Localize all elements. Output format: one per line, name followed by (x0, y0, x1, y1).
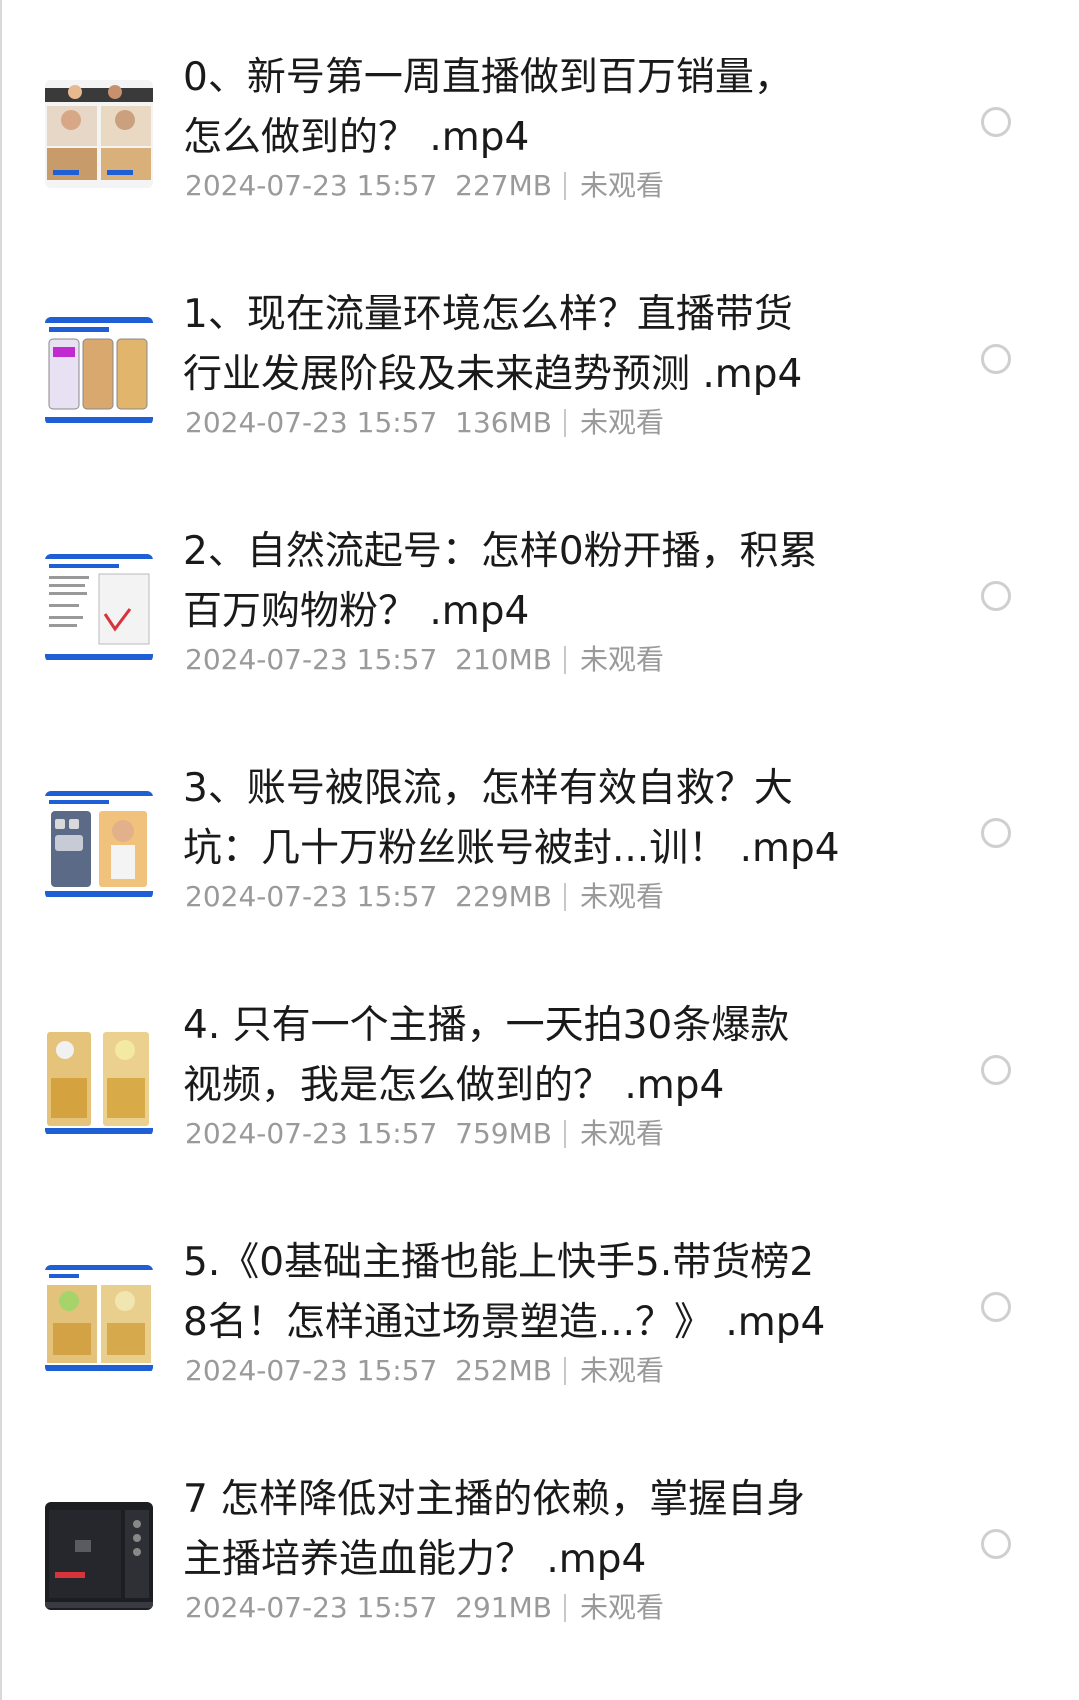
file-title-line: 坑：几十万粉丝账号被封...训！ .mp4 (183, 826, 840, 871)
video-thumbnail[interactable] (45, 554, 153, 662)
video-thumbnail[interactable] (45, 1265, 153, 1373)
file-size: 227MB (455, 169, 552, 202)
video-thumbnail-image (45, 1265, 153, 1373)
file-title-line: 行业发展阶段及未来趋势预测 .mp4 (183, 352, 803, 397)
file-title[interactable]: 7 怎样降低对主播的依赖，掌握自身 主播培养造血能力？ .mp4 (183, 1470, 883, 1590)
file-date: 2024-07-23 15:57 (185, 406, 438, 439)
watch-status: 未观看 (579, 169, 664, 202)
file-meta: 2024-07-23 15:57 252MB 未观看 (185, 1353, 664, 1389)
file-title-line: 2、自然流起号：怎样0粉开播，积累 (183, 529, 818, 574)
file-date: 2024-07-23 15:57 (185, 1117, 438, 1150)
meta-divider (563, 883, 566, 911)
file-row[interactable]: 5.《0基础主播也能上快手5.带货榜2 8名！怎样通过场景塑造...？》 .mp… (0, 1185, 1079, 1421)
video-thumbnail-image (45, 1028, 153, 1136)
meta-divider (563, 646, 566, 674)
file-title-line: 主播培养造血能力？ .mp4 (183, 1537, 647, 1582)
meta-divider (563, 409, 566, 437)
file-title[interactable]: 2、自然流起号：怎样0粉开播，积累 百万购物粉？ .mp4 (183, 522, 883, 642)
file-meta: 2024-07-23 15:57 136MB 未观看 (185, 405, 664, 441)
file-size: 136MB (455, 406, 552, 439)
file-size: 210MB (455, 643, 552, 676)
file-title-line: 8名！怎样通过场景塑造...？》 .mp4 (183, 1300, 826, 1345)
file-size: 291MB (455, 1591, 552, 1624)
file-meta: 2024-07-23 15:57 227MB 未观看 (185, 168, 664, 204)
video-thumbnail[interactable] (45, 80, 153, 188)
select-radio[interactable] (981, 107, 1011, 137)
file-title-line: 百万购物粉？ .mp4 (183, 589, 530, 634)
file-title-line: 1、现在流量环境怎么样？直播带货 (183, 292, 793, 337)
watch-status: 未观看 (579, 880, 664, 913)
file-meta: 2024-07-23 15:57 210MB 未观看 (185, 642, 664, 678)
file-title[interactable]: 5.《0基础主播也能上快手5.带货榜2 8名！怎样通过场景塑造...？》 .mp… (183, 1233, 883, 1353)
file-row[interactable]: 4. 只有一个主播，一天拍30条爆款 视频，我是怎么做到的？ .mp4 2024… (0, 948, 1079, 1184)
select-radio[interactable] (981, 818, 1011, 848)
file-row[interactable]: 1、现在流量环境怎么样？直播带货 行业发展阶段及未来趋势预测 .mp4 2024… (0, 237, 1079, 473)
video-thumbnail[interactable] (45, 791, 153, 899)
file-title-line: 7 怎样降低对主播的依赖，掌握自身 (183, 1477, 806, 1522)
video-thumbnail[interactable] (45, 317, 153, 425)
file-title-line: 4. 只有一个主播，一天拍30条爆款 (183, 1003, 790, 1048)
watch-status: 未观看 (579, 643, 664, 676)
file-row[interactable]: 2、自然流起号：怎样0粉开播，积累 百万购物粉？ .mp4 2024-07-23… (0, 474, 1079, 710)
video-thumbnail[interactable] (45, 1502, 153, 1610)
file-meta: 2024-07-23 15:57 229MB 未观看 (185, 879, 664, 915)
file-date: 2024-07-23 15:57 (185, 643, 438, 676)
file-list: 0、新号第一周直播做到百万销量， 怎么做到的？ .mp4 2024-07-23 … (0, 0, 1079, 1700)
file-title-line: 0、新号第一周直播做到百万销量， (183, 55, 793, 100)
meta-divider (563, 172, 566, 200)
select-radio[interactable] (981, 1055, 1011, 1085)
watch-status: 未观看 (579, 406, 664, 439)
file-date: 2024-07-23 15:57 (185, 880, 438, 913)
video-thumbnail-image (45, 317, 153, 425)
file-row[interactable]: 3、账号被限流，怎样有效自救？大 坑：几十万粉丝账号被封...训！ .mp4 2… (0, 711, 1079, 947)
select-radio[interactable] (981, 344, 1011, 374)
meta-divider (563, 1594, 566, 1622)
file-size: 229MB (455, 880, 552, 913)
file-title[interactable]: 4. 只有一个主播，一天拍30条爆款 视频，我是怎么做到的？ .mp4 (183, 996, 883, 1116)
file-title[interactable]: 1、现在流量环境怎么样？直播带货 行业发展阶段及未来趋势预测 .mp4 (183, 285, 883, 405)
file-row[interactable]: 0、新号第一周直播做到百万销量， 怎么做到的？ .mp4 2024-07-23 … (0, 0, 1079, 236)
file-date: 2024-07-23 15:57 (185, 169, 438, 202)
watch-status: 未观看 (579, 1117, 664, 1150)
video-thumbnail[interactable] (45, 1028, 153, 1136)
meta-divider (563, 1357, 566, 1385)
file-meta: 2024-07-23 15:57 291MB 未观看 (185, 1590, 664, 1626)
watch-status: 未观看 (579, 1591, 664, 1624)
file-date: 2024-07-23 15:57 (185, 1354, 438, 1387)
select-radio[interactable] (981, 1529, 1011, 1559)
file-size: 252MB (455, 1354, 552, 1387)
video-thumbnail-image (45, 554, 153, 662)
file-title-line: 3、账号被限流，怎样有效自救？大 (183, 766, 793, 811)
file-title[interactable]: 3、账号被限流，怎样有效自救？大 坑：几十万粉丝账号被封...训！ .mp4 (183, 759, 883, 879)
file-title-line: 5.《0基础主播也能上快手5.带货榜2 (183, 1240, 815, 1285)
video-thumbnail-image (45, 80, 153, 188)
file-title-line: 怎么做到的？ .mp4 (183, 115, 530, 160)
file-title-line: 视频，我是怎么做到的？ .mp4 (183, 1063, 725, 1108)
watch-status: 未观看 (579, 1354, 664, 1387)
video-thumbnail-image (45, 1502, 153, 1610)
file-size: 759MB (455, 1117, 552, 1150)
file-row[interactable]: 7 怎样降低对主播的依赖，掌握自身 主播培养造血能力？ .mp4 2024-07… (0, 1422, 1079, 1658)
select-radio[interactable] (981, 1292, 1011, 1322)
file-meta: 2024-07-23 15:57 759MB 未观看 (185, 1116, 664, 1152)
select-radio[interactable] (981, 581, 1011, 611)
file-title[interactable]: 0、新号第一周直播做到百万销量， 怎么做到的？ .mp4 (183, 48, 883, 168)
file-date: 2024-07-23 15:57 (185, 1591, 438, 1624)
video-thumbnail-image (45, 791, 153, 899)
meta-divider (563, 1120, 566, 1148)
